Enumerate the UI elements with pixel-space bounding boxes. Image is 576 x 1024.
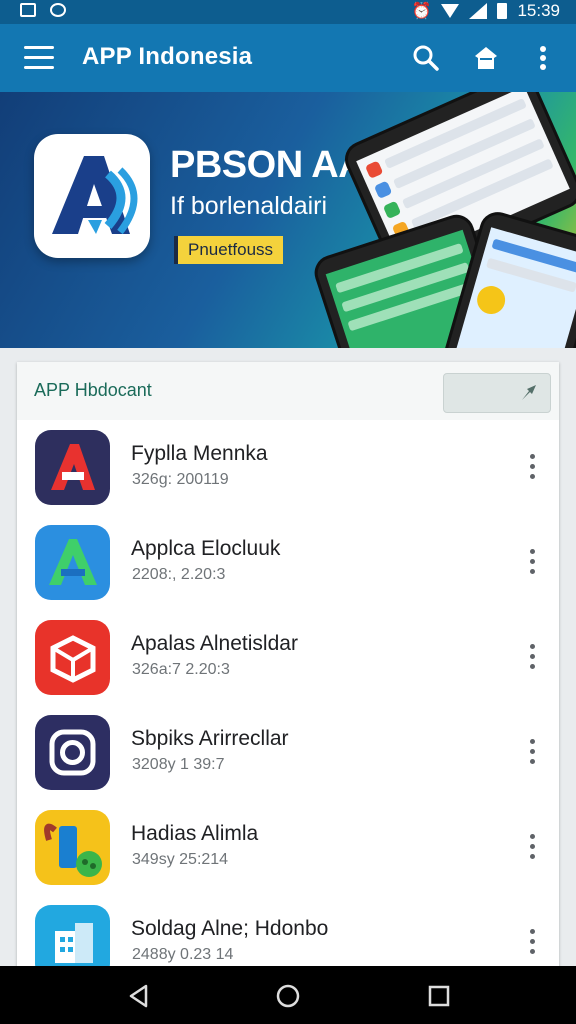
search-icon[interactable]: [410, 42, 442, 74]
more-vert-icon[interactable]: [520, 737, 544, 767]
list-item[interactable]: Hadias Alimla 349sy 25:214: [17, 800, 559, 896]
pin-icon: [522, 385, 536, 400]
list-item[interactable]: Fyplla Mennka 326g: 200119: [17, 420, 559, 516]
app-meta: 326g: 200119: [132, 471, 229, 488]
store-icon[interactable]: [470, 42, 502, 74]
back-icon[interactable]: [126, 983, 152, 1009]
menu-icon[interactable]: [24, 46, 56, 70]
app-bar: APP Indonesia: [0, 24, 576, 92]
pin-button[interactable]: [443, 373, 551, 413]
section-header: APP Hbdocant: [17, 362, 559, 420]
wifi-icon: [441, 4, 460, 18]
app-list-card: APP Hbdocant Fyplla Mennka 326g: 200119 Ap…: [17, 362, 559, 1002]
letter-a-red-icon: [35, 430, 110, 505]
navigation-bar: [0, 966, 576, 1024]
letter-a-green-icon: [35, 525, 110, 600]
battery-icon: [497, 3, 508, 19]
promo-banner[interactable]: PBSON AAPK If borlenaldairi Pnuetfouss: [0, 92, 576, 348]
more-vert-icon[interactable]: [530, 42, 562, 74]
more-vert-icon[interactable]: [520, 547, 544, 577]
status-left-icons: [20, 1, 66, 17]
app-name: Sbpiks Arirrecllar: [131, 727, 289, 750]
section-title: APP Hbdocant: [34, 380, 152, 400]
list-item[interactable]: Apalas Alnetisldar 326a:7 2.20:3: [17, 610, 559, 706]
list-item[interactable]: Sbpiks Arirrecllar 3208y 1 39:7: [17, 705, 559, 801]
status-bar: ⏰ 15:39: [0, 0, 576, 24]
app-meta: 2208:, 2.20:3: [132, 566, 226, 583]
app-meta: 349sy 25:214: [132, 851, 229, 868]
status-time: 15:39: [517, 1, 560, 20]
brand-logo-icon: [34, 134, 150, 258]
instagram-camera-icon: [35, 715, 110, 790]
list-item[interactable]: Applca Elocluuk 2208:, 2.20:3: [17, 515, 559, 611]
app-name: Applca Elocluuk: [131, 537, 281, 560]
more-vert-icon[interactable]: [520, 832, 544, 862]
more-vert-icon[interactable]: [520, 927, 544, 957]
alarm-icon: ⏰: [411, 3, 432, 20]
app-name: Hadias Alimla: [131, 822, 259, 845]
signal-icon: [469, 3, 488, 19]
app-title: APP Indonesia: [82, 43, 253, 70]
screenshot-icon: [20, 3, 36, 17]
brush-icon: [35, 810, 110, 885]
shield-icon: [50, 3, 66, 17]
status-right-icons: ⏰ 15:39: [412, 0, 560, 22]
app-name: Soldag Alne; Hdonbo: [131, 917, 329, 940]
app-meta: 3208y 1 39:7: [132, 756, 225, 773]
home-icon[interactable]: [275, 983, 301, 1009]
app-meta: 2488y 0.23 14: [132, 946, 234, 963]
more-vert-icon[interactable]: [520, 642, 544, 672]
banner-tag-button[interactable]: Pnuetfouss: [174, 236, 284, 264]
app-name: Fyplla Mennka: [131, 442, 268, 465]
app-name: Apalas Alnetisldar: [131, 632, 298, 655]
recents-icon[interactable]: [426, 983, 452, 1009]
banner-subtitle: If borlenaldairi: [170, 192, 328, 220]
more-vert-icon[interactable]: [520, 452, 544, 482]
cube-icon: [35, 620, 110, 695]
app-meta: 326a:7 2.20:3: [132, 661, 230, 678]
